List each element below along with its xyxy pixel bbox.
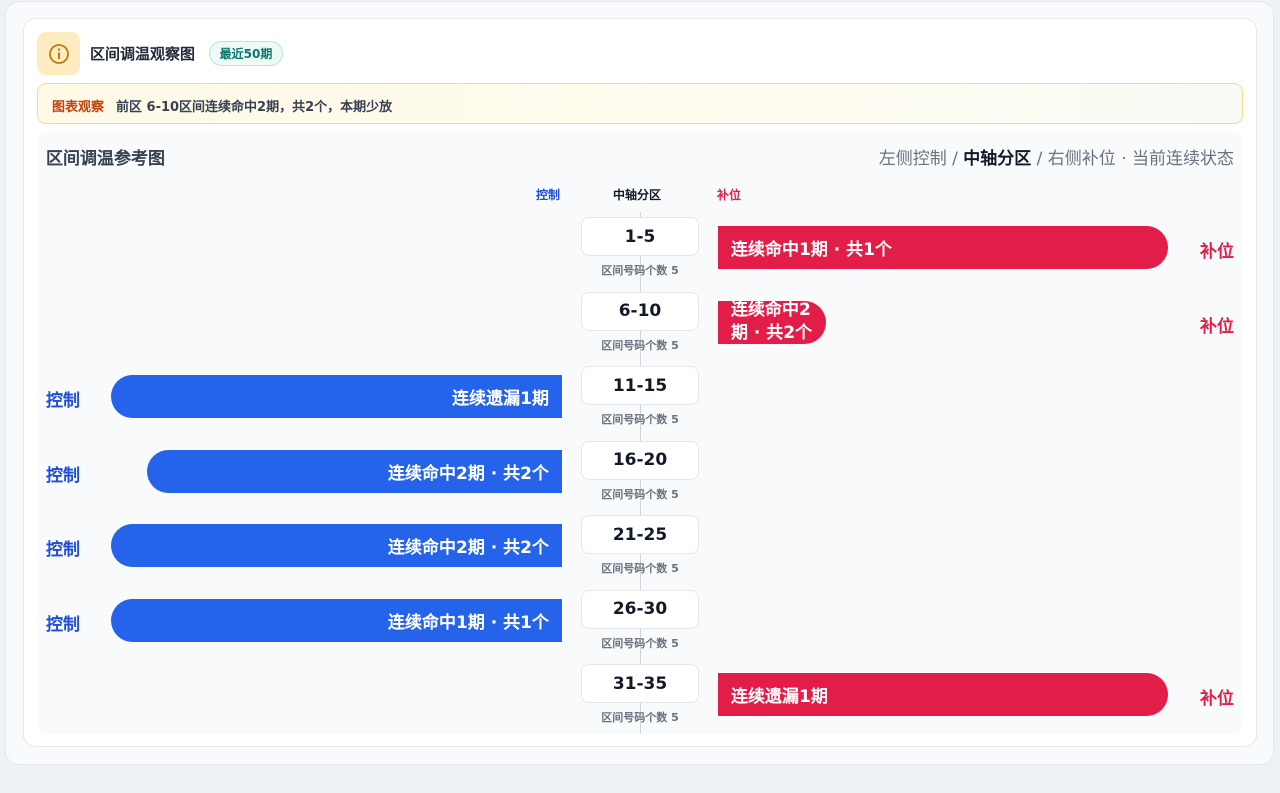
- zone-count: 区间号码个数 5: [601, 711, 679, 724]
- legend-left: 左侧控制 /: [878, 149, 964, 169]
- zone-label: 21-25: [581, 515, 699, 554]
- zone-row: 11-15 区间号码个数 5 连续遗漏1期 控制: [0, 366, 1280, 440]
- control-bar: 连续命中2期 · 共2个: [111, 524, 562, 567]
- column-header-control: 控制: [536, 188, 561, 202]
- zone-row: 1-5 区间号码个数 5 连续命中1期 · 共1个 补位: [0, 217, 1280, 291]
- zone-row: 21-25 区间号码个数 5 连续命中2期 · 共2个 控制: [0, 515, 1280, 589]
- zone-label: 1-5: [581, 217, 699, 256]
- observation-text: 前区 6-10区间连续命中2期，共2个，本期少放: [116, 100, 393, 115]
- zone-count: 区间号码个数 5: [601, 487, 679, 501]
- side-label-fill: 补位: [1200, 316, 1234, 337]
- zone-label: 31-35: [581, 664, 699, 703]
- zone-count: 区间号码个数 5: [601, 338, 679, 352]
- column-header-fill: 补位: [717, 188, 742, 202]
- zone-row: 26-30 区间号码个数 5 连续命中1期 · 共1个 控制: [0, 589, 1280, 664]
- column-header-axis: 中轴分区: [613, 188, 662, 202]
- zone-count: 区间号码个数 5: [601, 413, 679, 426]
- side-label-fill: 补位: [1200, 689, 1234, 709]
- side-label-control: 控制: [46, 540, 80, 560]
- zone-label: 6-10: [581, 291, 699, 331]
- side-label-control: 控制: [46, 465, 80, 486]
- fill-bar: 连续命中1期 · 共1个: [718, 226, 1168, 269]
- zone-label: 16-20: [581, 440, 699, 480]
- card-title: 区间调温观察图: [90, 45, 196, 63]
- observation-banner: 图表观察 前区 6-10区间连续命中2期，共2个，本期少放: [37, 83, 1243, 124]
- legend: 左侧控制 / 中轴分区 / 右侧补位 · 当前连续状态: [879, 144, 1234, 169]
- panel-title: 区间调温参考图: [46, 149, 165, 169]
- side-label-control: 控制: [46, 391, 80, 411]
- fill-bar: 连续命中2期 · 共2个: [718, 300, 826, 344]
- zone-row: 31-35 区间号码个数 5 连续遗漏1期 补位: [0, 664, 1280, 738]
- control-bar: 连续遗漏1期: [111, 375, 562, 418]
- control-bar: 连续命中2期 · 共2个: [147, 449, 562, 493]
- side-label-fill: 补位: [1200, 242, 1234, 262]
- zone-count: 区间号码个数 5: [601, 636, 679, 650]
- zone-label: 26-30: [581, 589, 699, 629]
- zone-row: 16-20 区间号码个数 5 连续命中2期 · 共2个 控制: [0, 440, 1280, 515]
- side-label-control: 控制: [46, 614, 80, 635]
- zone-label: 11-15: [581, 366, 699, 405]
- control-bar: 连续命中1期 · 共1个: [111, 598, 562, 642]
- info-circle-icon: [37, 32, 80, 75]
- zone-count: 区间号码个数 5: [601, 562, 679, 575]
- legend-right: / 右侧补位 · 当前连续状态: [1031, 149, 1234, 169]
- period-badge: 最近50期: [209, 41, 283, 66]
- zone-count: 区间号码个数 5: [601, 264, 679, 277]
- zone-row: 6-10 区间号码个数 5 连续命中2期 · 共2个 补位: [0, 291, 1280, 366]
- observation-tag: 图表观察: [52, 100, 105, 115]
- fill-bar: 连续遗漏1期: [718, 673, 1168, 716]
- legend-mid: 中轴分区: [963, 149, 1032, 169]
